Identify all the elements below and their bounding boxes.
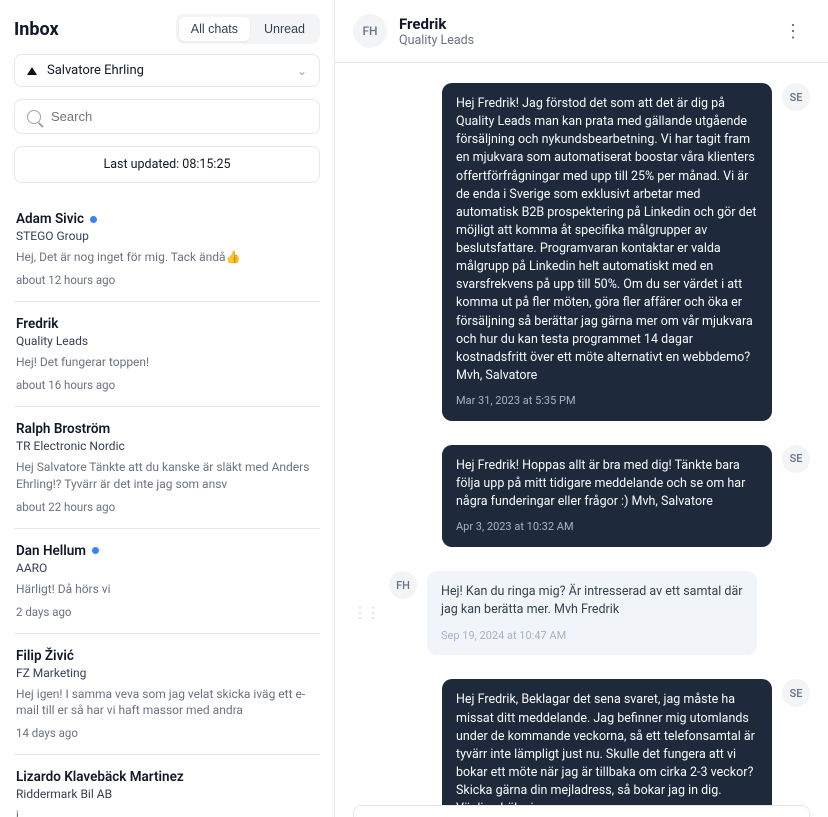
filter-unread[interactable]: Unread <box>252 17 317 41</box>
conversation-company: FZ Marketing <box>16 666 318 680</box>
triangle-up-icon <box>27 67 37 75</box>
conversation-time: 2 days ago <box>16 605 318 619</box>
message-row: Hej Fredrik! Jag förstod det som att det… <box>353 83 810 421</box>
conversation-preview: Hej Salvatore Tänkte att du kanske är sl… <box>16 459 318 491</box>
outgoing-message: Hej Fredrik! Hoppas allt är bra med dig!… <box>442 445 772 547</box>
last-updated: Last updated: 08:15:25 <box>14 146 320 183</box>
inbox-sidebar: Inbox All chats Unread Salvatore Ehrling… <box>0 0 335 817</box>
search-box[interactable] <box>14 99 320 134</box>
thread-contact-company: Quality Leads <box>399 33 474 48</box>
message-timestamp: Apr 3, 2023 at 10:32 AM <box>456 519 758 535</box>
conversation-preview: Hej igen! I samma veva som jag velat ski… <box>16 686 318 718</box>
filter-group: All chats Unread <box>176 14 320 44</box>
conversation-item[interactable]: Filip Živić FZ Marketing Hej igen! I samma… <box>14 634 320 755</box>
sidebar-header: Inbox All chats Unread <box>0 0 334 54</box>
conversation-preview: j <box>16 807 318 817</box>
conversation-time: 14 days ago <box>16 726 318 740</box>
thread-panel: FH Fredrik Quality Leads ⋮ Hej Fredrik! … <box>335 0 828 817</box>
user-selector[interactable]: Salvatore Ehrling ⌄ <box>14 54 320 87</box>
thread-header: FH Fredrik Quality Leads ⋮ <box>335 0 828 63</box>
conversation-name: Dan Hellum <box>16 543 318 559</box>
conversation-time: about 16 hours ago <box>16 378 318 392</box>
avatar: SE <box>782 83 810 111</box>
conversation-company: AARO <box>16 561 318 575</box>
conversation-preview: Hej! Det fungerar toppen! <box>16 354 318 370</box>
conversation-name: Lizardo Klavebäck Martinez <box>16 769 318 785</box>
conversation-list[interactable]: Adam Sivic STEGO Group Hej, Det är nog in… <box>0 197 334 817</box>
conversation-item[interactable]: Ralph Broström TR Electronic Nordic Hej Sa… <box>14 407 320 528</box>
avatar: SE <box>782 445 810 473</box>
message-text: Hej Fredrik, Beklagar det sena svaret, j… <box>456 691 758 805</box>
conversation-name: Fredrik <box>16 316 318 332</box>
conversation-item[interactable]: Dan Hellum AARO Härligt! Då hörs vi 2 days… <box>14 529 320 634</box>
message-row: ⋮⋮ FH Hej! Kan du ringa mig? Är intressera… <box>353 571 810 655</box>
message-text: Hej Fredrik! Hoppas allt är bra med dig!… <box>456 457 758 511</box>
conversation-name: Ralph Broström <box>16 421 318 437</box>
search-icon <box>27 110 41 124</box>
conversation-company: TR Electronic Nordic <box>16 439 318 453</box>
conversation-item[interactable]: Fredrik Quality Leads Hej! Det fungerar to… <box>14 302 320 407</box>
conversation-company: Quality Leads <box>16 334 318 348</box>
message-composer[interactable] <box>353 805 810 817</box>
drag-handle-icon[interactable]: ⋮⋮ <box>353 605 379 621</box>
message-text: Hej! Kan du ringa mig? Är intresserad av… <box>441 583 743 619</box>
incoming-message: Hej! Kan du ringa mig? Är intresserad av… <box>427 571 757 655</box>
outgoing-message: Hej Fredrik! Jag förstod det som att det… <box>442 83 772 421</box>
conversation-name: Adam Sivic <box>16 211 318 227</box>
filter-all-chats[interactable]: All chats <box>179 17 250 41</box>
message-thread[interactable]: Hej Fredrik! Jag förstod det som att det… <box>335 63 828 805</box>
search-input[interactable] <box>49 108 307 125</box>
unread-dot-icon <box>90 216 97 223</box>
conversation-time: about 12 hours ago <box>16 273 318 287</box>
outgoing-message: Hej Fredrik, Beklagar det sena svaret, j… <box>442 679 772 805</box>
conversation-preview: Härligt! Då hörs vi <box>16 581 318 597</box>
thread-contact-name: Fredrik <box>399 15 474 33</box>
avatar: FH <box>389 571 417 599</box>
message-row: Hej Fredrik! Hoppas allt är bra med dig!… <box>353 445 810 547</box>
chevron-down-icon: ⌄ <box>297 64 307 78</box>
inbox-title: Inbox <box>14 19 59 40</box>
conversation-company: Riddermark Bil AB <box>16 787 318 801</box>
message-timestamp: Mar 31, 2023 at 5:35 PM <box>456 393 758 409</box>
unread-dot-icon <box>92 547 99 554</box>
conversation-name: Filip Živić <box>16 648 318 664</box>
conversation-item[interactable]: Adam Sivic STEGO Group Hej, Det är nog in… <box>14 197 320 302</box>
thread-title-block: Fredrik Quality Leads <box>399 15 474 48</box>
conversation-company: STEGO Group <box>16 229 318 243</box>
message-text: Hej Fredrik! Jag förstod det som att det… <box>456 95 758 385</box>
avatar: FH <box>353 14 387 48</box>
thread-menu-button[interactable]: ⋮ <box>776 17 810 46</box>
conversation-preview: Hej, Det är nog inget för mig. Tack ändå… <box>16 249 318 265</box>
selected-user: Salvatore Ehrling <box>47 63 144 78</box>
avatar: SE <box>782 679 810 707</box>
message-row: Hej Fredrik, Beklagar det sena svaret, j… <box>353 679 810 805</box>
message-timestamp: Sep 19, 2024 at 10:47 AM <box>441 628 743 644</box>
conversation-time: about 22 hours ago <box>16 500 318 514</box>
conversation-item[interactable]: Lizardo Klavebäck Martinez Riddermark Bil… <box>14 755 320 817</box>
